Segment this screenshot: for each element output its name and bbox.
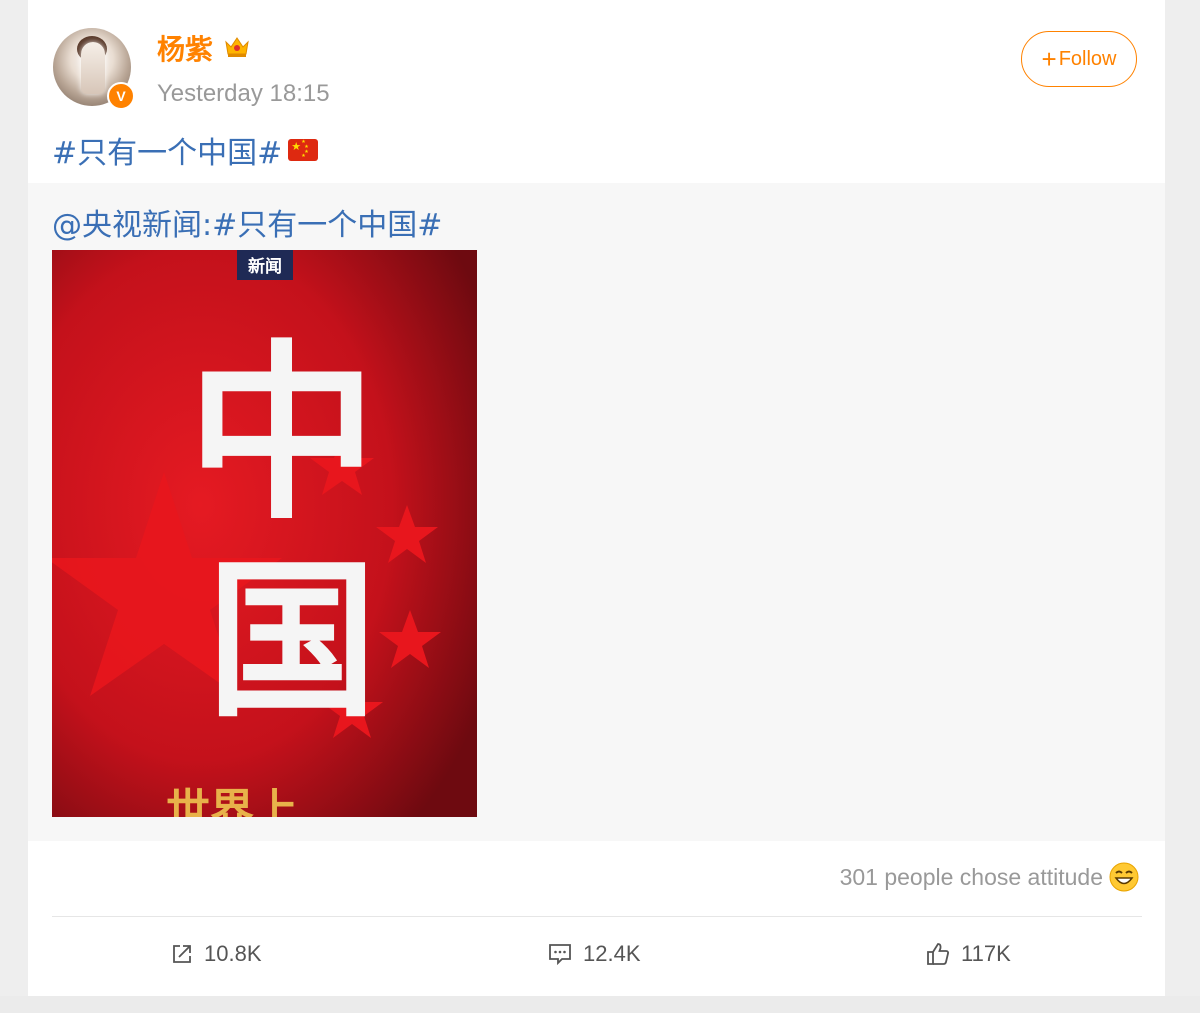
china-flag-icon: ★ ★ ★ ★ ★ xyxy=(288,139,319,161)
main-characters-bottom: 国 xyxy=(207,541,377,741)
comment-icon xyxy=(549,944,571,966)
post-image[interactable]: 新闻 中 国 世界上 xyxy=(52,250,477,817)
attitude-text: 301 people chose attitude xyxy=(839,863,1103,890)
post-timestamp: Yesterday 18:15 xyxy=(157,80,330,107)
follow-button[interactable]: + Follow xyxy=(1021,31,1137,87)
news-badge-text: 新闻 xyxy=(248,256,282,277)
share-count: 10.8K xyxy=(204,941,262,966)
main-characters-top: 中 xyxy=(187,322,377,545)
verified-badge-icon: V xyxy=(107,82,135,110)
feed-separator xyxy=(0,996,1200,1013)
like-count: 117K xyxy=(961,941,1011,966)
share-button[interactable]: 10.8K xyxy=(170,938,262,970)
crown-icon xyxy=(225,37,249,57)
like-icon xyxy=(927,943,949,965)
repost-text[interactable]: @央视新闻:#只有一个中国# xyxy=(52,200,442,244)
hashtag-link[interactable]: #只有一个中国# xyxy=(52,128,282,172)
share-icon xyxy=(173,945,191,963)
comment-button[interactable]: 12.4K xyxy=(547,938,641,970)
post-text: #只有一个中国# ★ ★ ★ ★ ★ xyxy=(52,128,319,172)
poster-bottom-text: 世界上 xyxy=(166,785,298,817)
username[interactable]: 杨紫 xyxy=(157,28,213,68)
laughing-emoji-icon xyxy=(1109,862,1139,892)
attitude-summary[interactable]: 301 people chose attitude xyxy=(840,862,1139,892)
reposted-content[interactable]: @央视新闻:#只有一个中国# 新闻 中 国 世界上 xyxy=(28,183,1165,841)
like-button[interactable]: 117K xyxy=(925,938,1011,970)
plus-icon: + xyxy=(1041,44,1057,74)
comment-count: 12.4K xyxy=(583,941,641,966)
avatar[interactable]: V xyxy=(53,28,135,110)
divider xyxy=(52,916,1142,917)
follow-label: Follow xyxy=(1058,47,1117,70)
weibo-post-card: V 杨紫 Yesterday 18:15 + Follow #只有一个中国# ★… xyxy=(28,0,1165,996)
